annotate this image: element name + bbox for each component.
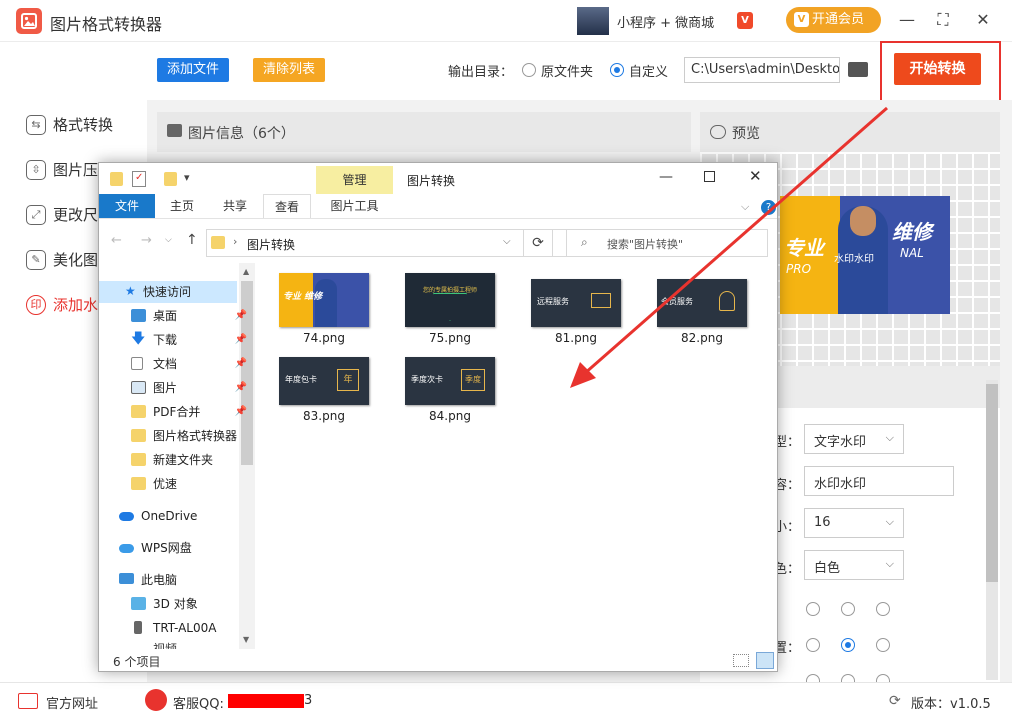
annotation-arrow bbox=[570, 106, 888, 388]
app-window: 图片格式转换器 小程序 + 微商城 V V 开通会员 — ⛶ ✕ ⇆ 格式转换 … bbox=[0, 0, 1012, 724]
